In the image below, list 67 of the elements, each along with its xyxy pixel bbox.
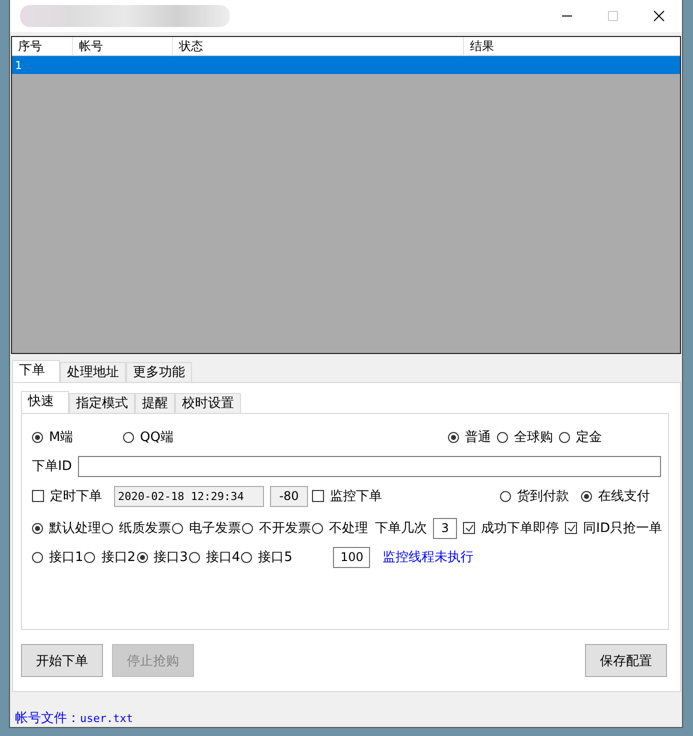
radio-option[interactable]: 接口5 [241,548,292,566]
monitor-status-link[interactable]: 监控线程未执行 [382,548,474,566]
radio-button[interactable] [448,432,459,443]
radio-option[interactable]: QQ端 [123,428,214,446]
radio-option[interactable]: 接口3 [136,548,188,566]
radio-button[interactable] [559,432,570,443]
time-field[interactable]: 2020-02-18 12:29:34 [114,486,264,507]
column-header[interactable]: 状态 [173,37,464,55]
tab[interactable]: 更多功能 [126,362,192,382]
radio-option[interactable]: 不处理 [312,519,368,538]
order-count-field[interactable]: 3 [433,518,458,539]
checkbox[interactable] [463,522,476,534]
radio-option[interactable]: 默认处理 [32,519,101,538]
radio-option[interactable]: 接口2 [84,548,136,566]
checkbox[interactable] [312,490,324,502]
account-file-label: 帐号文件： [15,711,80,726]
radio-option[interactable]: 接口4 [188,548,240,566]
radio-button[interactable] [136,552,148,563]
order-count-label: 下单几次 [375,520,427,538]
tab[interactable]: 下单 [12,360,60,382]
radio-option[interactable]: 定金 [559,428,602,446]
radio-button[interactable] [32,432,43,443]
radio-option[interactable]: 普通 [448,428,491,446]
radio-button[interactable] [497,432,508,443]
radio-button[interactable] [312,522,323,534]
radio-option[interactable]: 不开发票 [242,519,311,538]
checkbox-option[interactable]: 同ID只抢一单 [565,519,662,538]
checkbox-option[interactable]: 成功下单即停 [463,519,560,538]
order-id-label: 下单ID [32,458,72,476]
radio-button[interactable] [188,552,200,563]
tab[interactable]: 提醒 [135,393,175,414]
radio-button[interactable] [241,552,252,563]
radio-option[interactable]: M端 [32,428,123,446]
radio-option[interactable]: 在线支付 [581,487,650,506]
radio-button[interactable] [500,490,511,502]
thread-count-field[interactable]: 100 [333,546,370,568]
radio-button[interactable] [242,522,253,534]
offset-field[interactable]: -80 [270,486,308,507]
radio-button[interactable] [172,522,183,534]
table-cell-text: 1 [14,59,22,72]
radio-button[interactable] [581,490,592,502]
table-row[interactable]: 1 [12,56,680,74]
radio-option[interactable]: 全球购 [497,428,553,446]
tab[interactable]: 校时设置 [175,393,241,414]
radio-option[interactable]: 接口1 [32,548,84,566]
radio-option[interactable]: 电子发票 [172,519,241,538]
radio-button[interactable] [84,552,96,563]
radio-option[interactable]: 货到付款 [500,487,569,506]
radio-button[interactable] [102,522,113,534]
action-button[interactable]: 开始下单 [21,644,103,678]
radio-option[interactable]: 纸质发票 [102,519,171,538]
checkbox[interactable] [565,522,578,534]
radio-button[interactable] [123,432,134,443]
checkbox-option[interactable]: 监控下单 [312,487,382,506]
action-button[interactable]: 保存配置 [585,644,667,678]
column-header[interactable]: 结果 [464,37,680,55]
tab[interactable]: 处理地址 [60,362,126,382]
column-header[interactable]: 序号 [12,37,73,55]
tab[interactable]: 指定模式 [69,393,135,414]
order-id-field[interactable] [78,456,661,477]
radio-button[interactable] [32,552,43,563]
tab[interactable]: 快速 [21,391,69,414]
checkbox[interactable] [32,490,44,502]
account-file-name: user.txt [80,712,133,725]
radio-button[interactable] [32,522,43,534]
column-header[interactable]: 帐号 [73,37,173,55]
checkbox-option[interactable]: 定时下单 [32,487,102,506]
